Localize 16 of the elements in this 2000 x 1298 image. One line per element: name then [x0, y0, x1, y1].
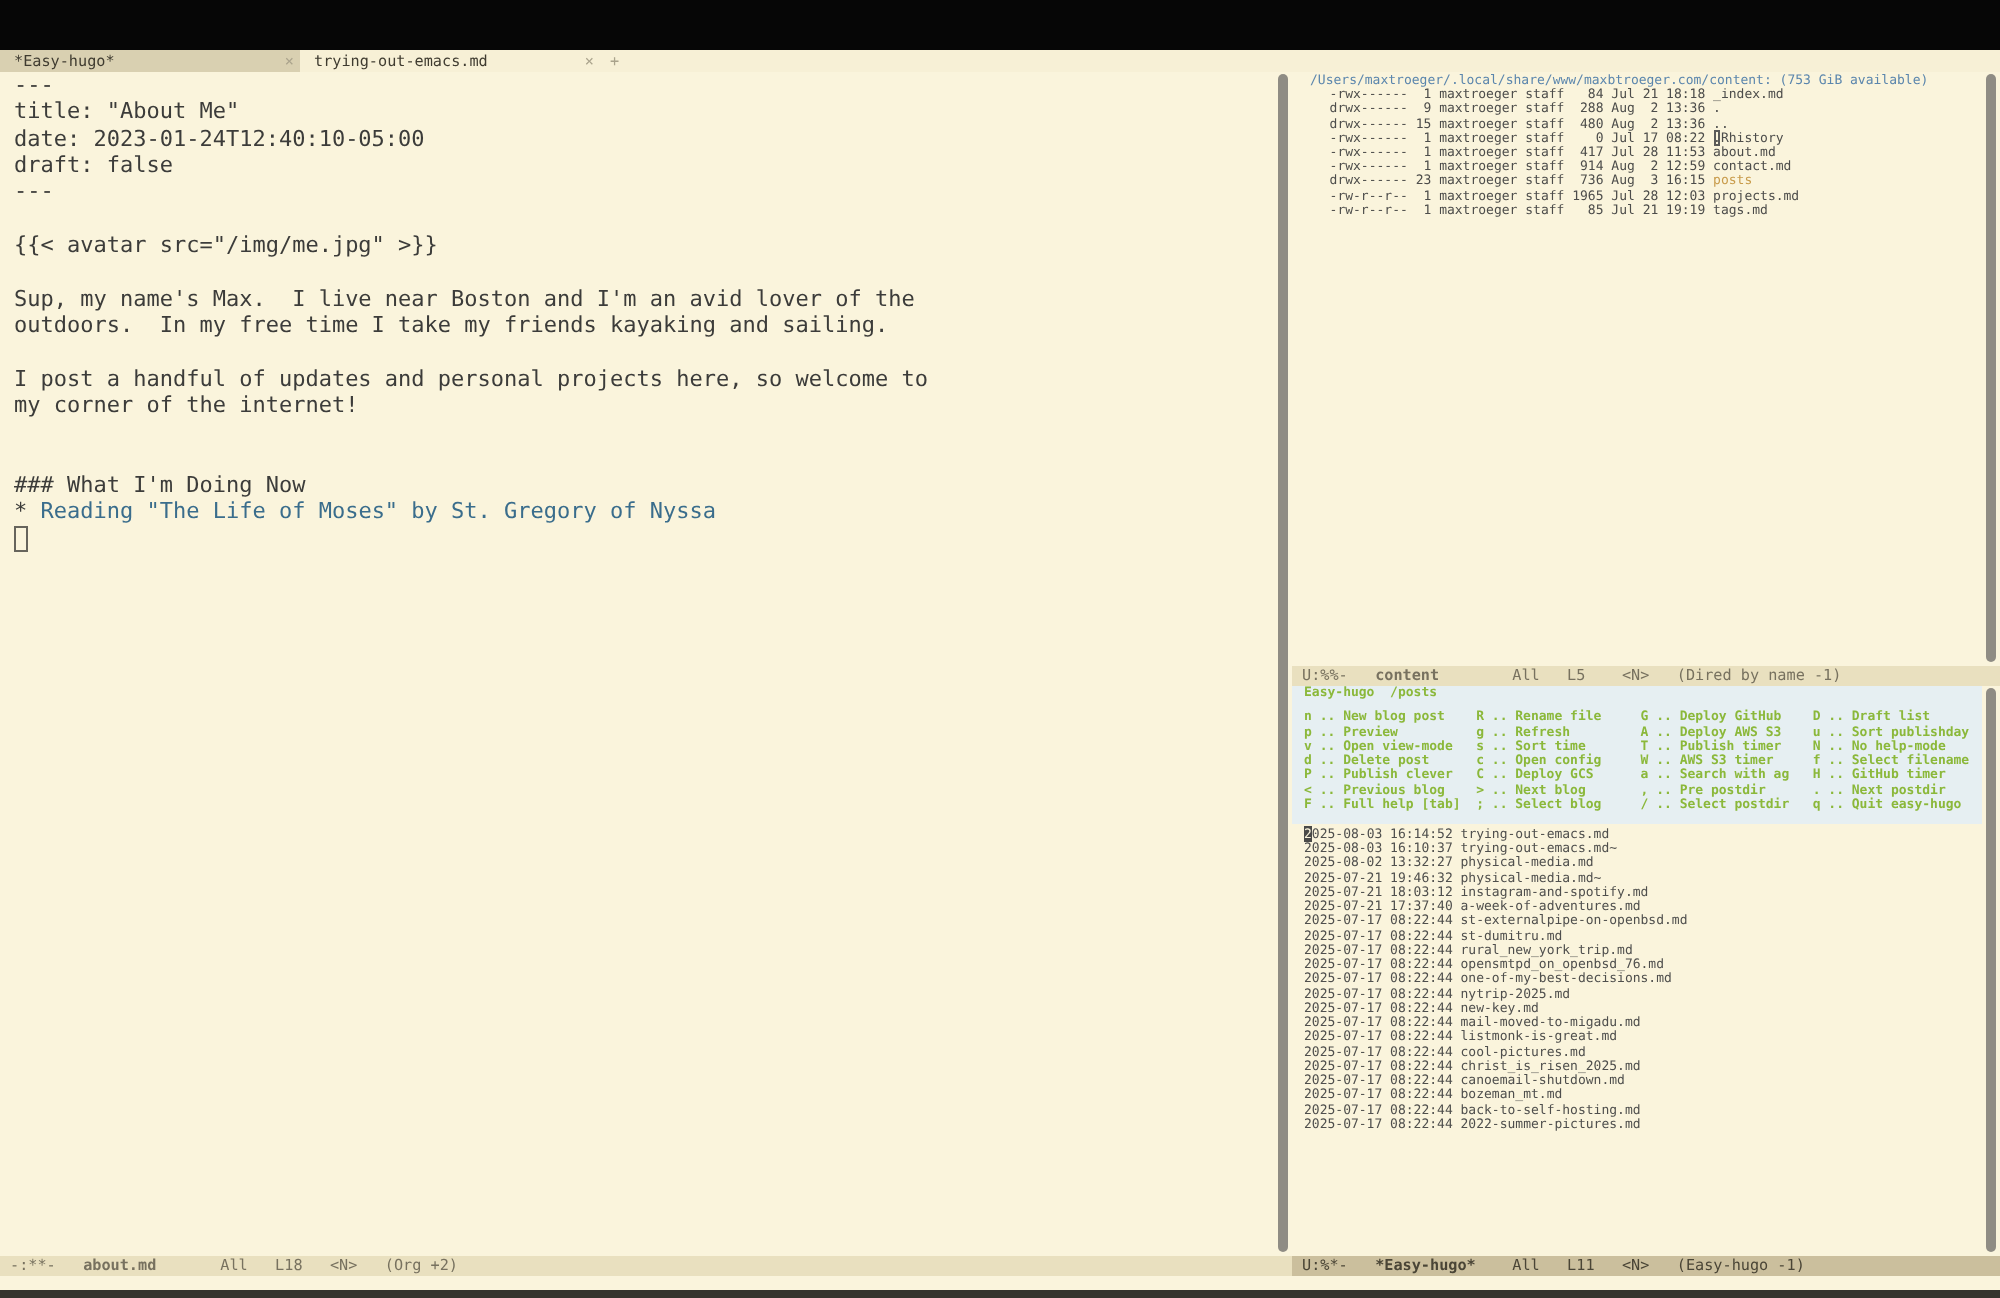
text-line: date: 2023-01-24T12:40:10-05:00	[14, 125, 425, 152]
text-line: my corner of the internet!	[14, 391, 359, 419]
scrollbar-thumb[interactable]	[1986, 74, 1996, 662]
list-item: * Reading "The Life of Moses" by St. Gregory of Nyssa	[14, 498, 717, 526]
text-line: title: "About Me"	[14, 98, 240, 126]
text-line: ---	[14, 72, 54, 99]
scrollbar-thumb[interactable]	[1986, 688, 1996, 1252]
text-line: outdoors. In my free time I take my friends kayaking and sailing.	[14, 311, 889, 339]
scrollbar-thumb[interactable]	[1278, 74, 1288, 1252]
text-line: ### What I'm Doing Now	[14, 471, 306, 499]
text-line: draft: false	[14, 151, 173, 179]
text-line: {{< avatar src="/img/me.jpg" >}}	[14, 231, 438, 259]
text-line: ---	[14, 178, 54, 206]
text-line: Sup, my name's Max. I live near Boston and I'm an avid lover of the	[14, 285, 915, 312]
text-cursor-icon	[14, 525, 28, 552]
text-line: I post a handful of updates and personal projects here, so welcome to	[14, 365, 928, 392]
